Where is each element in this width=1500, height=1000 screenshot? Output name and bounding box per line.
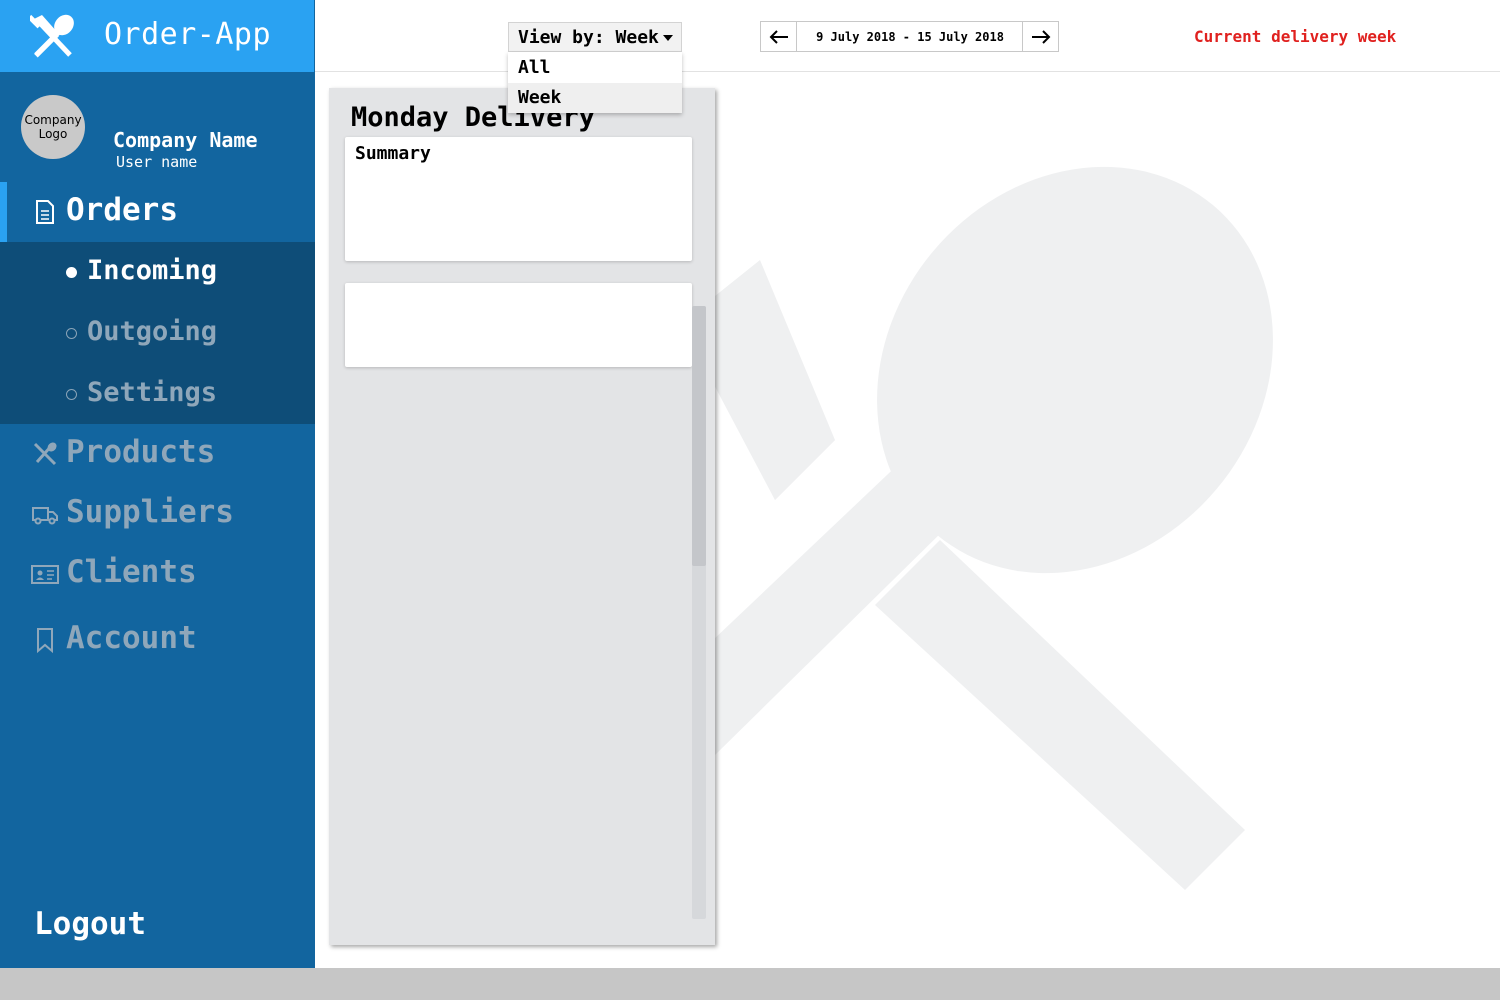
view-by-select[interactable]: View by: Week <box>508 22 682 52</box>
sidebar-item-label: Account <box>66 620 197 656</box>
sidebar-item-orders[interactable]: Orders <box>0 182 315 242</box>
logout-button[interactable]: Logout <box>34 906 146 942</box>
scrollbar-thumb[interactable] <box>692 306 706 566</box>
current-week-link[interactable]: Current delivery week <box>1194 27 1396 46</box>
user-name: User name <box>116 153 198 171</box>
sidebar-item-account[interactable]: Account <box>0 610 315 670</box>
submenu-item-settings[interactable]: Settings <box>0 365 315 425</box>
main-content: View by: Week All Week 9 July 2018 - 15 … <box>315 0 1500 968</box>
submenu-item-outgoing[interactable]: Outgoing <box>0 304 315 364</box>
logo-text-line1: Company <box>24 113 82 127</box>
sidebar: Order-App Company Logo Company Name User… <box>0 0 315 968</box>
view-option-all[interactable]: All <box>508 53 682 83</box>
date-navigator: 9 July 2018 - 15 July 2018 <box>760 21 1059 52</box>
date-range: 9 July 2018 - 15 July 2018 <box>816 30 1004 44</box>
filled-bullet-icon <box>66 267 77 278</box>
sidebar-item-suppliers[interactable]: Suppliers <box>0 484 315 544</box>
view-by-label: View by: Week <box>518 26 659 48</box>
id-card-icon <box>31 565 59 584</box>
fork-spoon-logo-icon <box>30 14 74 58</box>
summary-title: Summary <box>355 143 431 164</box>
next-week-button[interactable] <box>1022 22 1058 51</box>
arrow-left-icon <box>769 29 788 44</box>
sidebar-item-products[interactable]: Products <box>0 424 315 484</box>
truck-icon <box>32 507 58 525</box>
view-option-week[interactable]: Week <box>508 83 682 113</box>
orders-submenu: Incoming Outgoing Settings <box>0 242 315 424</box>
profile-section: Company Logo Company Name User name <box>0 72 315 182</box>
app-title: Order-App <box>104 17 272 52</box>
bookmark-icon <box>37 628 53 654</box>
hollow-bullet-icon <box>66 389 77 400</box>
previous-week-button[interactable] <box>761 22 797 51</box>
company-name: Company Name <box>113 128 258 152</box>
brand-header[interactable]: Order-App <box>0 0 314 72</box>
delivery-panel: Monday Delivery Summary <box>329 88 715 945</box>
sidebar-item-label: Products <box>66 434 216 470</box>
sidebar-item-label: Clients <box>66 554 197 590</box>
hollow-bullet-icon <box>66 328 77 339</box>
summary-card[interactable]: Summary <box>345 137 692 261</box>
sidebar-item-clients[interactable]: Clients <box>0 544 315 604</box>
logo-text-line2: Logo <box>38 127 68 141</box>
arrow-right-icon <box>1031 29 1050 44</box>
sidebar-item-label: Suppliers <box>66 494 234 530</box>
view-by-dropdown: All Week <box>508 52 682 113</box>
sidebar-item-label: Orders <box>66 192 178 228</box>
fork-spoon-icon <box>33 442 57 466</box>
submenu-item-incoming[interactable]: Incoming <box>0 243 315 303</box>
document-icon <box>36 200 54 224</box>
bottom-bar <box>0 968 1500 1000</box>
submenu-item-label: Settings <box>87 377 218 408</box>
caret-down-icon <box>663 35 673 41</box>
fork-spoon-watermark-icon <box>685 166 1273 890</box>
active-indicator <box>0 182 7 242</box>
submenu-item-label: Incoming <box>87 255 218 286</box>
submenu-item-label: Outgoing <box>87 316 218 347</box>
company-logo: Company Logo <box>21 95 85 159</box>
order-card[interactable] <box>345 283 692 367</box>
